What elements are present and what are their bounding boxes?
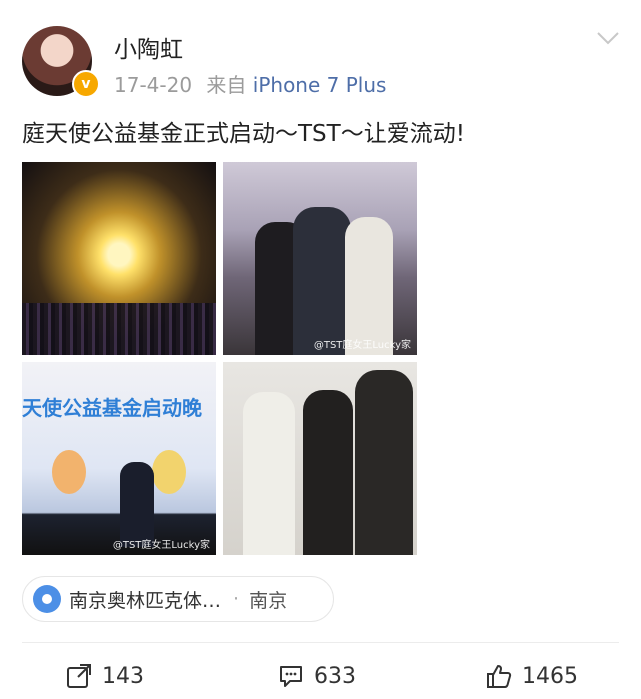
post-text: 庭天使公益基金正式启动～TST～让爱流动! — [22, 121, 465, 147]
post-meta: 17-4-20 来自 iPhone 7 Plus — [114, 69, 386, 98]
divider — [22, 642, 619, 643]
image-figure — [52, 450, 86, 494]
comment-button[interactable]: 633 — [278, 661, 356, 691]
image-figure — [243, 392, 295, 555]
location-place: 南京奥林匹克体… — [69, 589, 222, 612]
repost-button[interactable]: 143 — [66, 661, 144, 691]
location-separator: · — [233, 588, 240, 610]
post-header: v 小陶虹 17-4-20 来自 iPhone 7 Plus — [0, 0, 641, 110]
verified-badge-icon: v — [72, 70, 100, 98]
like-button[interactable]: 1465 — [486, 661, 578, 691]
source-prefix: 来自 — [206, 73, 247, 97]
image-watermark: @TST庭女王Lucky家 — [313, 340, 411, 351]
image-figure — [345, 217, 393, 355]
image-figure — [303, 390, 353, 555]
image-figure — [355, 370, 413, 555]
chevron-down-icon[interactable] — [596, 30, 620, 46]
post-image-2[interactable]: @TST庭女王Lucky家 — [223, 162, 417, 355]
like-count: 1465 — [522, 663, 578, 689]
repost-icon — [67, 664, 91, 688]
image-figure — [120, 462, 154, 547]
image-figure — [293, 207, 351, 355]
comment-icon — [280, 666, 302, 687]
device-link[interactable]: iPhone 7 Plus — [253, 73, 387, 97]
image-figure — [152, 450, 186, 494]
post-date: 17-4-20 — [114, 73, 193, 97]
image-watermark: @TST庭女王Lucky家 — [112, 540, 210, 551]
thumbs-up-icon — [487, 665, 512, 688]
repost-count: 143 — [102, 663, 144, 689]
post-image-3[interactable]: 天使公益基金启动晚 @TST庭女王Lucky家 — [22, 362, 216, 555]
image-banner-text: 天使公益基金启动晚 — [22, 396, 202, 420]
location-tag[interactable]: 南京奥林匹克体… · 南京 — [22, 576, 334, 622]
post-image-4[interactable] — [223, 362, 417, 555]
location-pin-icon — [33, 585, 61, 613]
user-name[interactable]: 小陶虹 — [114, 30, 183, 64]
comment-count: 633 — [314, 663, 356, 689]
location-city: 南京 — [249, 589, 288, 612]
post-image-1[interactable] — [22, 162, 216, 355]
